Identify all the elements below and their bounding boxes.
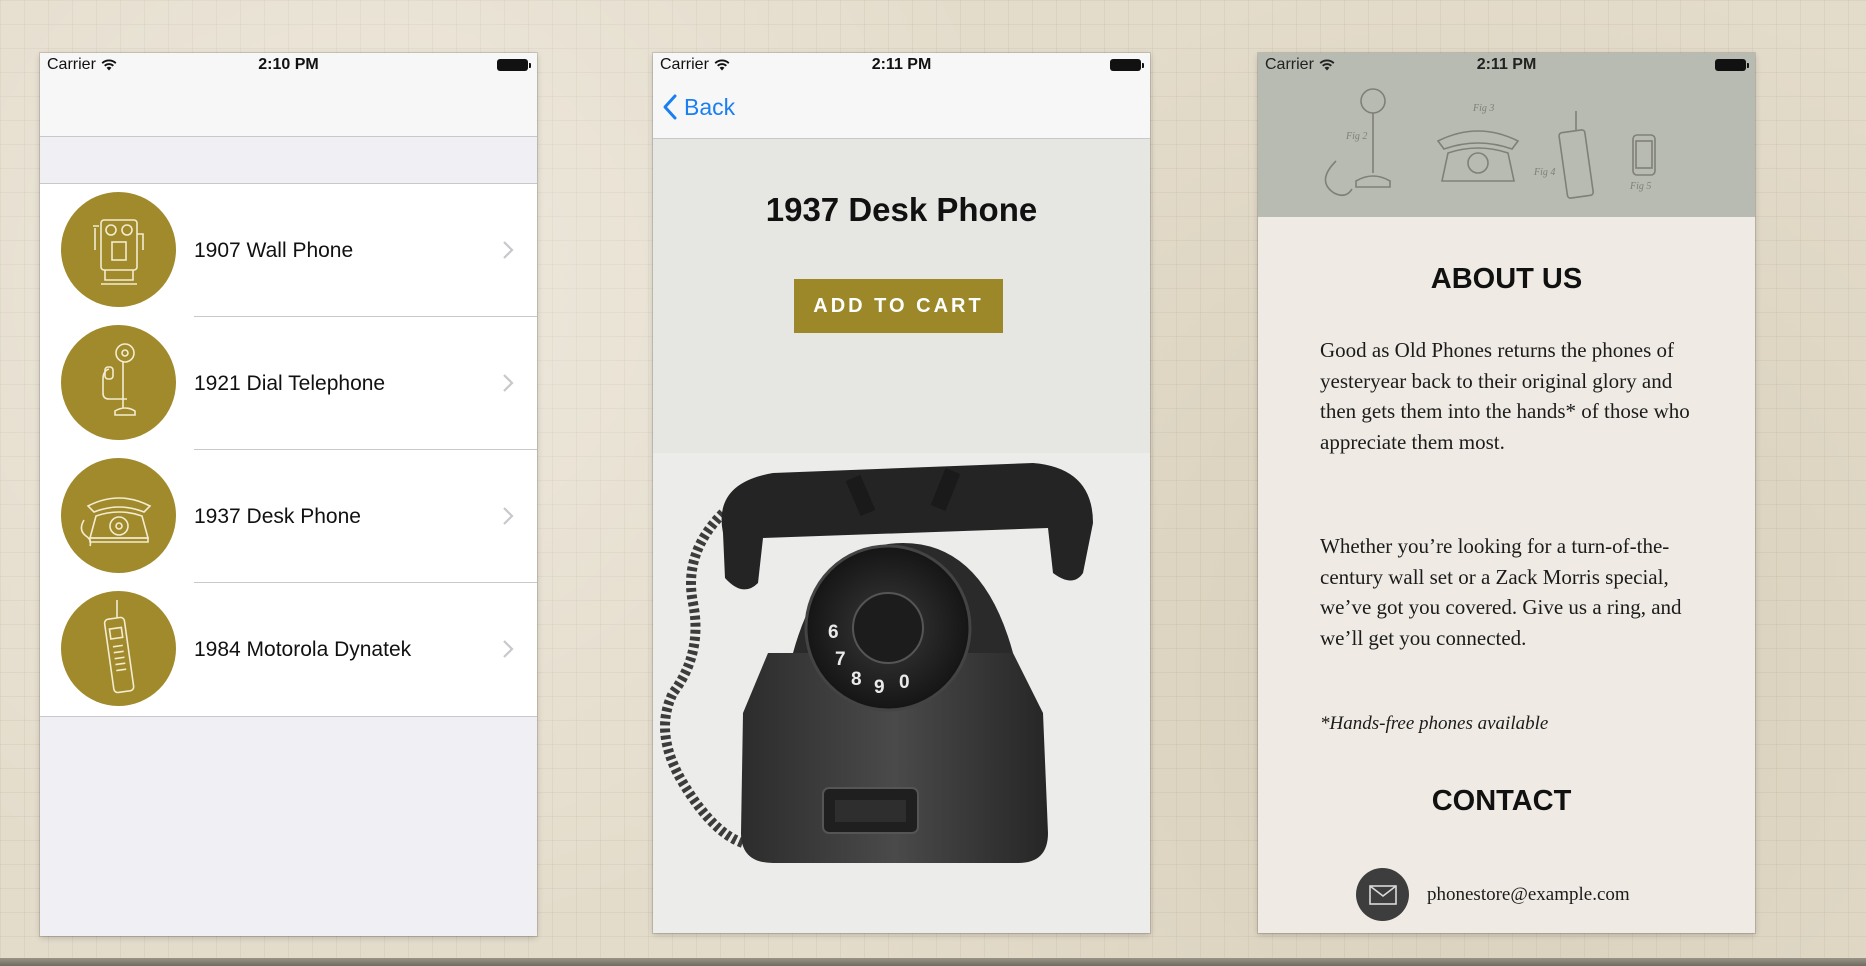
status-bar: Carrier 2:11 PM [653,53,1150,79]
fig-label: Fig 3 [1472,103,1494,114]
battery-icon [497,59,531,71]
product-detail-screen: Carrier 2:11 PM Back 1937 Desk Phone ADD… [653,53,1150,933]
svg-text:9: 9 [874,677,885,698]
svg-text:0: 0 [899,672,910,693]
contact-email-row[interactable]: phonestore@example.com [1356,868,1630,921]
product-name: 1921 Dial Telephone [194,372,386,395]
list-item[interactable]: 1937 Desk Phone [40,450,537,583]
back-label: Back [684,93,736,120]
product-name: 1907 Wall Phone [194,239,354,262]
product-title: 1937 Desk Phone [765,191,1038,228]
about-screen: Carrier 2:11 PM Fig 2 Fig 3 Fig 4 Fig 5 … [1258,53,1755,933]
status-time: 2:10 PM [258,56,319,73]
about-title: ABOUT US [1430,263,1583,295]
navigation-bar: Carrier 2:10 PM [40,53,537,137]
wall-phone-icon [61,192,176,307]
about-paragraph: Whether you’re looking for a turn-of-the… [1320,534,1682,650]
battery-icon [1110,59,1144,71]
rotary-desk-phone-photo: 6 78 90 [653,453,1150,933]
footnote: *Hands-free phones available [1320,713,1549,734]
desk-phone-icon [61,458,176,573]
candlestick-phone-icon [61,325,176,440]
add-to-cart-button[interactable]: ADD TO CART [794,279,1003,333]
svg-text:6: 6 [828,622,839,643]
product-list-screen: Carrier 2:10 PM 1907 Wall Phone 1921 Dia… [40,53,537,936]
desk-edge [0,958,1866,966]
fig-label: Fig 2 [1345,131,1367,142]
list-item[interactable]: 1907 Wall Phone [40,184,537,317]
status-time: 2:11 PM [871,56,932,73]
svg-text:7: 7 [835,649,846,670]
back-button[interactable]: Back [662,93,735,121]
phone-illustrations: Fig 2 Fig 3 Fig 4 Fig 5 [1324,88,1656,199]
list-item[interactable]: 1984 Motorola Dynatek [40,583,537,716]
chevron-left-icon [663,94,677,120]
svg-text:8: 8 [851,669,862,690]
mail-icon[interactable] [1356,868,1409,921]
chevron-right-icon [503,374,514,392]
product-name: 1984 Motorola Dynatek [194,638,412,661]
chevron-right-icon [503,507,514,525]
chevron-right-icon [503,241,514,259]
fig-label: Fig 4 [1533,167,1555,178]
contact-title: CONTACT [1431,785,1572,817]
phone-evolution-banner: Carrier 2:11 PM Fig 2 Fig 3 Fig 4 Fig 5 [1258,53,1755,217]
product-list: 1907 Wall Phone 1921 Dial Telephone 1937… [40,183,537,717]
navigation-bar: Carrier 2:11 PM Back [653,53,1150,139]
chevron-right-icon [503,640,514,658]
status-bar: Carrier 2:10 PM [40,53,537,79]
list-item[interactable]: 1921 Dial Telephone [40,317,537,450]
mobile-phone-icon [61,591,176,706]
product-name: 1937 Desk Phone [194,505,361,528]
about-paragraph: Good as Old Phones returns the phones of… [1320,338,1690,454]
email-link[interactable]: phonestore@example.com [1427,884,1630,906]
fig-label: Fig 5 [1629,181,1651,192]
